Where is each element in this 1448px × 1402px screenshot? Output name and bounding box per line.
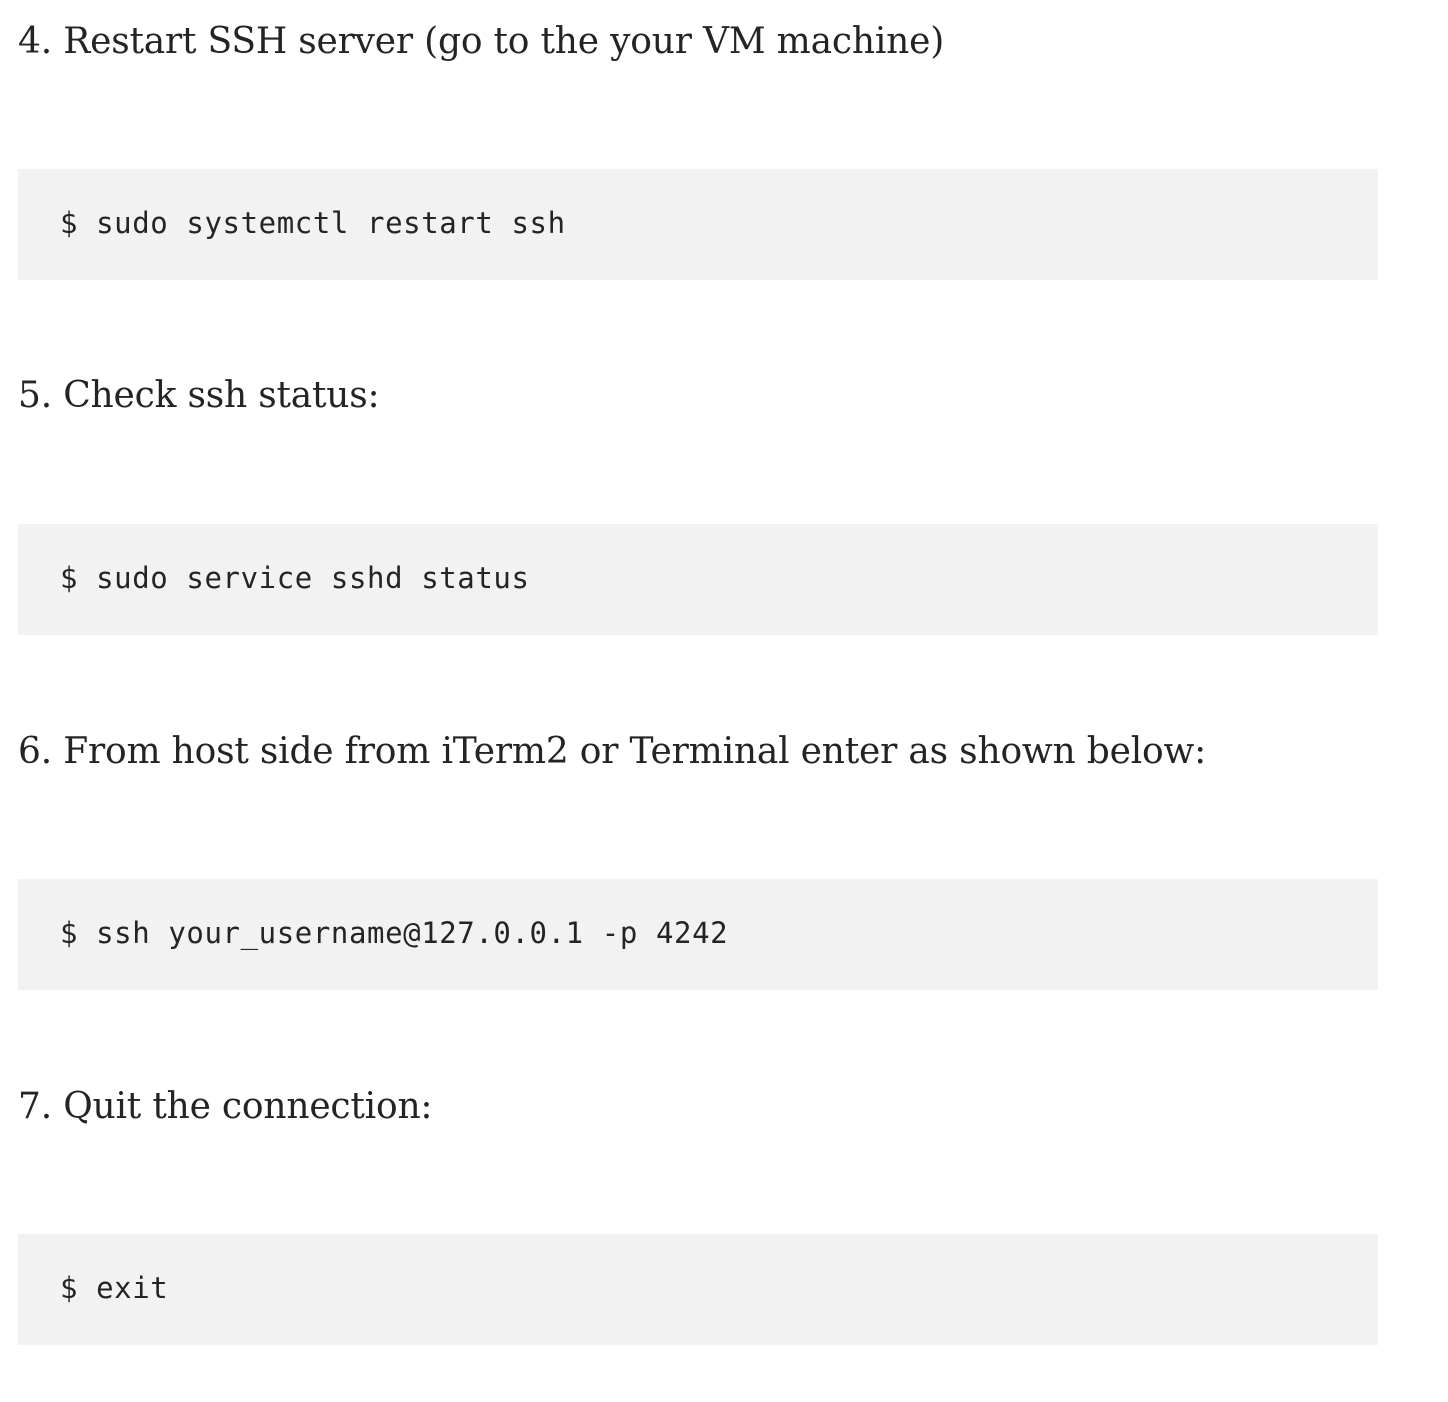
code-command[interactable]: $ sudo systemctl restart ssh	[60, 203, 566, 243]
code-command[interactable]: $ ssh your_username@127.0.0.1 -p 4242	[60, 913, 728, 953]
article-body: 4. Restart SSH server (go to the your VM…	[0, 0, 1448, 1402]
step-heading-connect-from-host: 6. From host side from iTerm2 or Termina…	[18, 731, 1207, 772]
code-block-restart-ssh[interactable]: $ sudo systemctl restart ssh	[18, 169, 1378, 280]
code-command[interactable]: $ sudo service sshd status	[60, 558, 530, 598]
code-block-check-status[interactable]: $ sudo service sshd status	[18, 524, 1378, 635]
code-block-ssh-connect[interactable]: $ ssh your_username@127.0.0.1 -p 4242	[18, 879, 1378, 990]
step-heading-restart-ssh: 4. Restart SSH server (go to the your VM…	[18, 21, 945, 62]
step-heading-quit-connection: 7. Quit the connection:	[18, 1086, 433, 1127]
code-command[interactable]: $ exit	[60, 1268, 168, 1308]
code-block-exit[interactable]: $ exit	[18, 1234, 1378, 1345]
step-heading-check-status: 5. Check ssh status:	[18, 375, 380, 416]
